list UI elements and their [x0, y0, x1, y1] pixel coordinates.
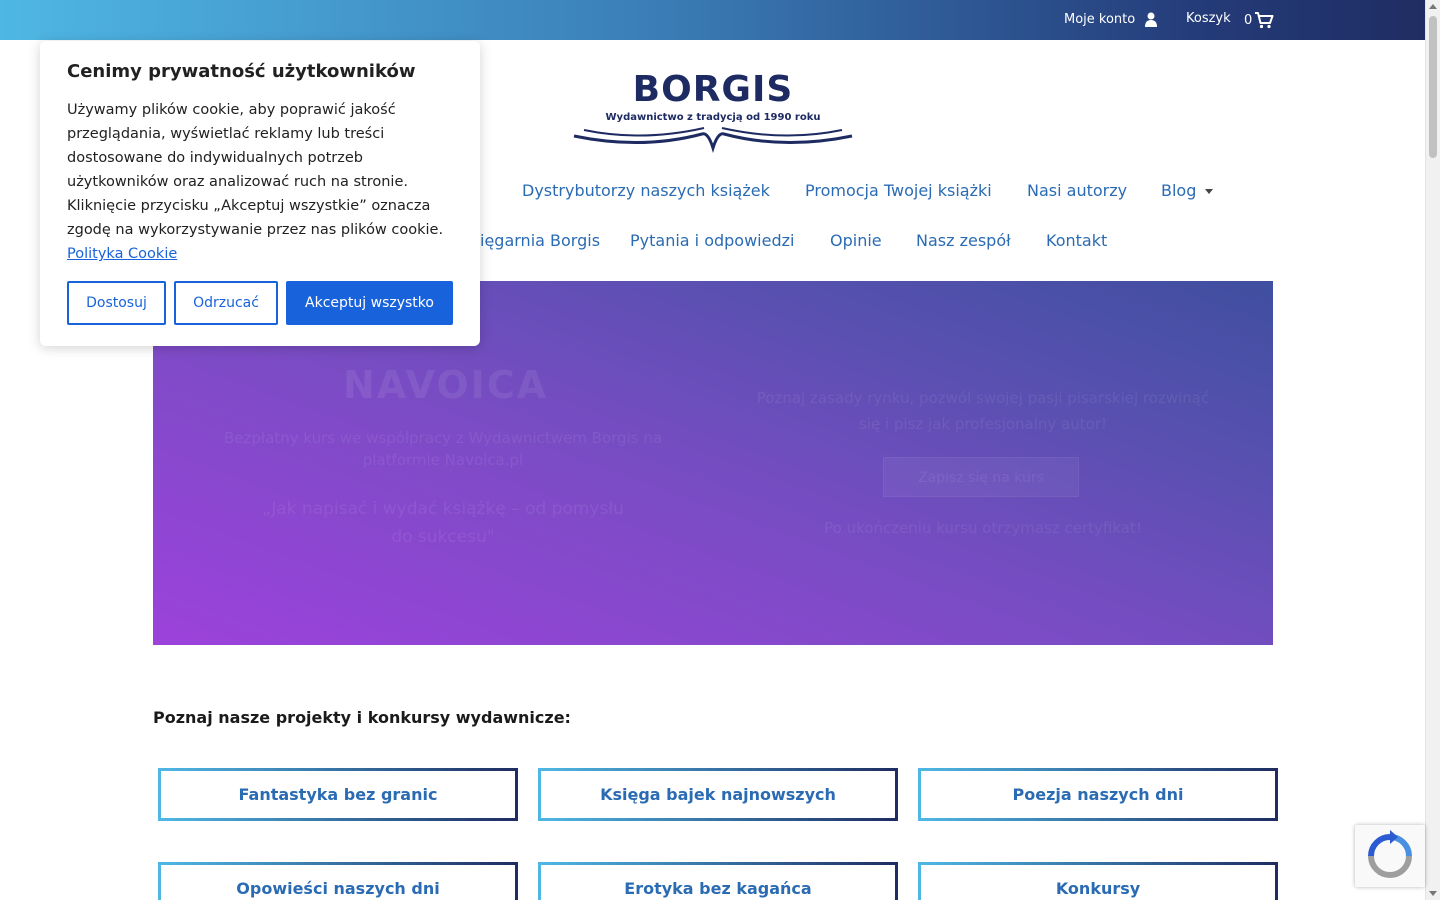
project-ksiega-bajek-button[interactable]: Księga bajek najnowszych	[538, 768, 898, 821]
hero-right-note: Po ukończeniu kursu otrzymasz certyfikat…	[824, 519, 1142, 537]
chevron-down-icon	[1205, 189, 1214, 194]
cart-label: Koszyk	[1186, 11, 1231, 26]
cookie-body-text: Używamy plików cookie, aby poprawić jako…	[67, 102, 444, 238]
logo-name: BORGIS	[632, 69, 794, 110]
cookie-title: Cenimy prywatność użytkowników	[67, 61, 416, 82]
hero-right-text: Poznaj zasady rynku, pozwól swojej pasji…	[756, 389, 1210, 433]
nav-nasi-autorzy[interactable]: Nasi autorzy	[1027, 181, 1127, 200]
project-fantastyka-button[interactable]: Fantastyka bez granic	[158, 768, 518, 821]
top-bar: Moje konto Koszyk 0	[0, 0, 1425, 40]
cookie-policy-link[interactable]: Polityka Cookie	[67, 246, 177, 262]
cart-link[interactable]: Koszyk	[1186, 11, 1231, 26]
nav-pytania[interactable]: Pytania i odpowiedzi	[630, 231, 794, 250]
recaptcha-icon	[1368, 830, 1412, 878]
recaptcha-badge[interactable]	[1355, 825, 1425, 887]
scroll-down-icon[interactable]	[1429, 891, 1437, 896]
nav-dystrybutorzy[interactable]: Dystrybutorzy naszych książek	[522, 181, 770, 200]
scroll-up-icon[interactable]	[1429, 4, 1437, 9]
nav-ksiegarnia[interactable]: ięgarnia Borgis	[480, 231, 600, 250]
project-erotyka-button[interactable]: Erotyka bez kagańca	[538, 862, 898, 900]
scrollbar-thumb[interactable]	[1429, 16, 1437, 158]
cart-count: 0	[1244, 12, 1253, 28]
nav-kontakt[interactable]: Kontakt	[1046, 231, 1107, 250]
project-opowiesci-button[interactable]: Opowieści naszych dni	[158, 862, 518, 900]
nav-blog[interactable]: Blog	[1161, 181, 1214, 200]
cookie-body: Używamy plików cookie, aby poprawić jako…	[67, 98, 447, 266]
cookie-reject-button[interactable]: Odrzucać	[174, 281, 278, 325]
hero-left-quote: „Jak napisać i wydać książkę – od pomysł…	[262, 499, 624, 547]
project-poezja-button[interactable]: Poezja naszych dni	[918, 768, 1278, 821]
nav-blog-label: Blog	[1161, 181, 1197, 200]
nav-zespol[interactable]: Nasz zespół	[916, 231, 1011, 250]
projects-heading: Poznaj nasze projekty i konkursy wydawni…	[153, 708, 571, 727]
nav-opinie[interactable]: Opinie	[830, 231, 882, 250]
my-account-link[interactable]: Moje konto	[1064, 11, 1159, 27]
hero-signup-button[interactable]: Zapisz się na kurs	[883, 457, 1079, 497]
cookie-customize-button[interactable]: Dostosuj	[67, 281, 166, 325]
nav-promocja[interactable]: Promocja Twojej książki	[805, 181, 992, 200]
my-account-label: Moje konto	[1064, 11, 1136, 27]
cart-icon	[1255, 12, 1274, 29]
page-scrollbar[interactable]	[1425, 0, 1440, 900]
site-logo[interactable]: BORGIS Wydawnictwo z tradycją od 1990 ro…	[572, 70, 854, 154]
cookie-consent-dialog: Cenimy prywatność użytkowników Używamy p…	[40, 41, 480, 346]
project-konkursy-button[interactable]: Konkursy	[918, 862, 1278, 900]
hero-brand: NAVOICA	[343, 363, 549, 407]
open-book-icon	[573, 127, 853, 154]
user-icon	[1145, 12, 1158, 27]
hero-left-text: Bezpłatny kurs we współpracy z Wydawnict…	[223, 429, 663, 469]
logo-tagline: Wydawnictwo z tradycją od 1990 roku	[605, 112, 821, 123]
cookie-accept-button[interactable]: Akceptuj wszystko	[286, 281, 453, 325]
cart-button[interactable]: 0	[1244, 11, 1274, 29]
